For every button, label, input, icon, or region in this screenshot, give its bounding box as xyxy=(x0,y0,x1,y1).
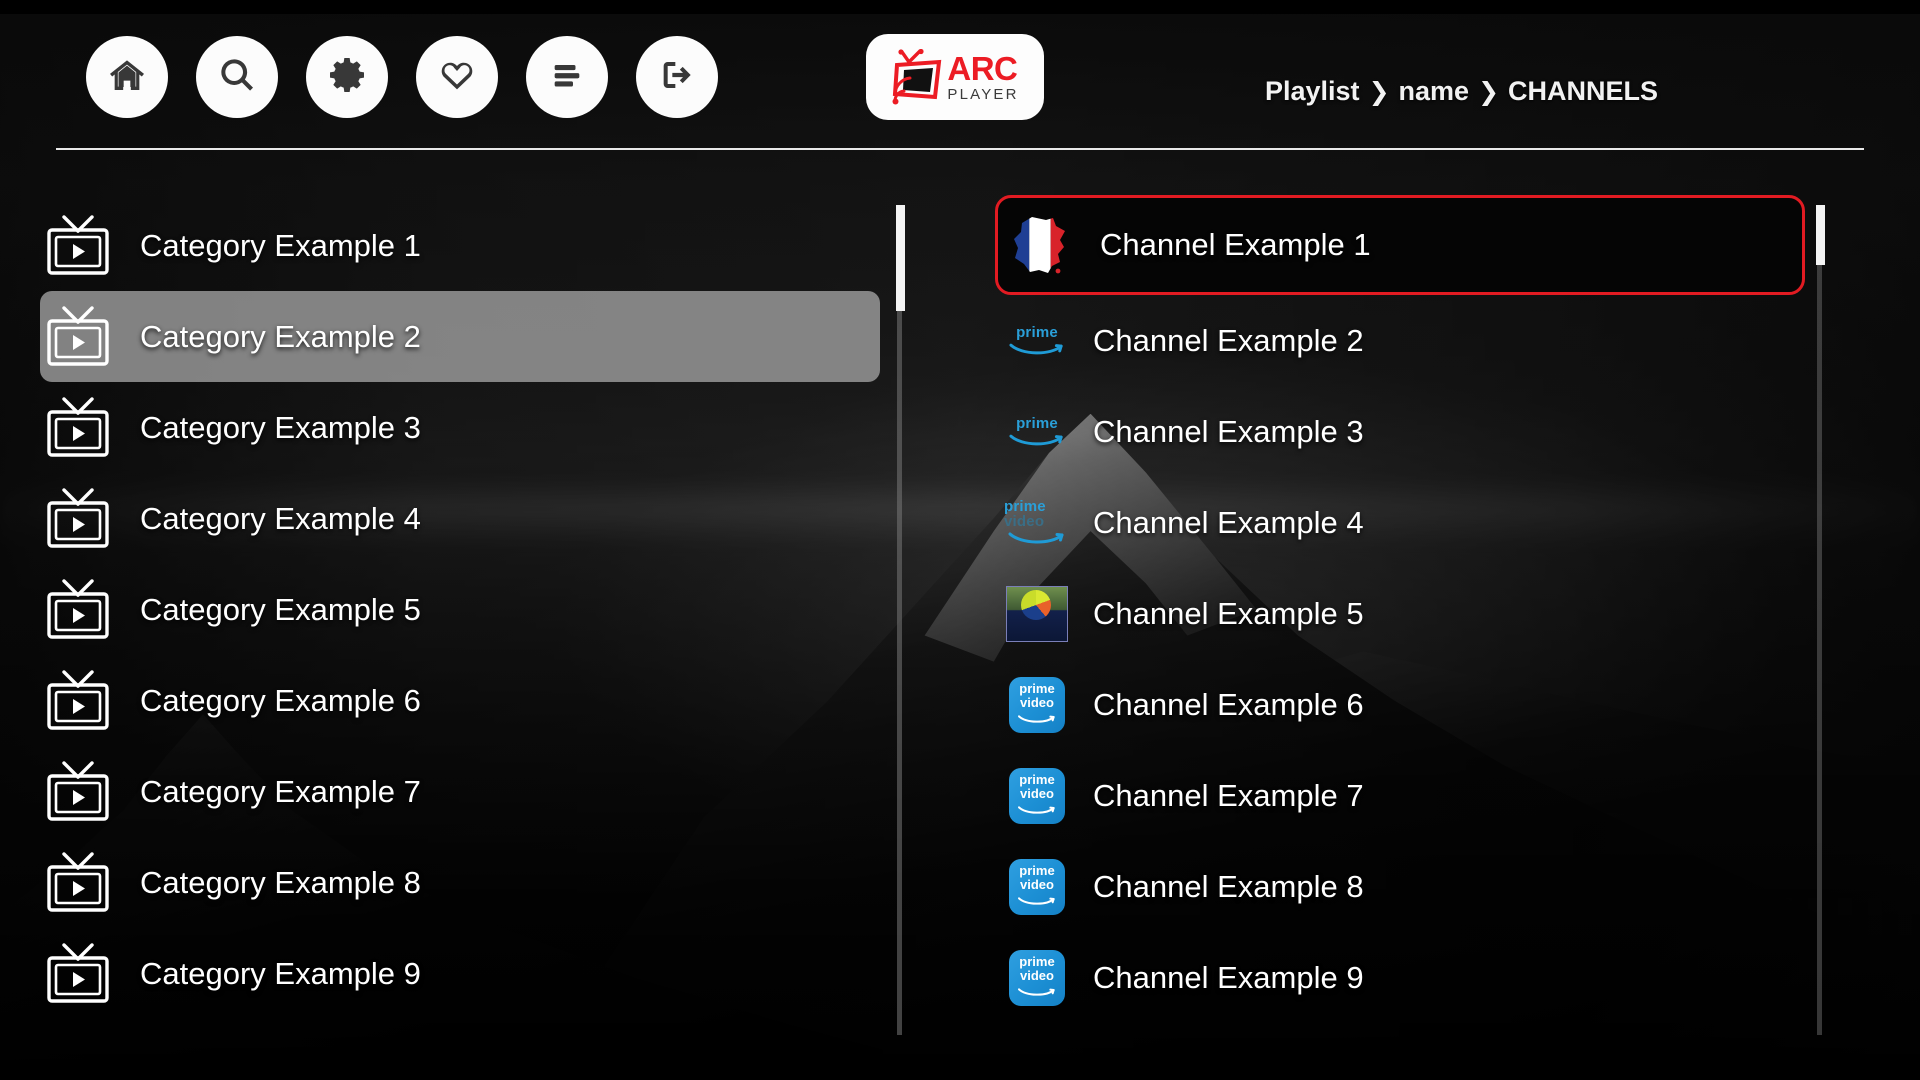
header-bar: ARC PLAYER Playlist ❯ name ❯ CHANNELS xyxy=(0,14,1920,154)
search-icon xyxy=(217,55,257,100)
channel-label: Channel Example 6 xyxy=(1093,686,1364,722)
gear-icon xyxy=(327,55,367,100)
channel-label: Channel Example 4 xyxy=(1093,504,1364,540)
breadcrumb: Playlist ❯ name ❯ CHANNELS xyxy=(1265,76,1658,107)
logo-title: ARC xyxy=(947,50,1018,87)
tv-play-icon xyxy=(44,487,112,550)
tv-play-icon xyxy=(44,578,112,641)
chevron-right-icon: ❯ xyxy=(1368,77,1390,106)
prime-video-app-icon: prime video xyxy=(1005,764,1069,828)
category-label: Category Example 1 xyxy=(140,227,421,263)
letterbox-bottom xyxy=(0,1066,1920,1080)
category-list[interactable]: Category Example 1 Category Example 2 Ca… xyxy=(0,200,890,1040)
channel-label: Channel Example 5 xyxy=(1093,595,1364,631)
favorites-button[interactable] xyxy=(416,36,498,118)
category-label: Category Example 5 xyxy=(140,591,421,627)
category-row[interactable]: Category Example 8 xyxy=(40,837,880,928)
channel-scrollbar-thumb[interactable] xyxy=(1816,205,1825,265)
tv-play-icon xyxy=(44,942,112,1005)
nav-icon-bar xyxy=(86,36,718,118)
channel-row[interactable]: prime video Channel Example 9 xyxy=(995,932,1805,1023)
category-row[interactable]: Category Example 1 xyxy=(40,200,880,291)
logo-subtitle: PLAYER xyxy=(947,86,1019,103)
category-scrollbar-thumb[interactable] xyxy=(896,205,905,311)
tv-play-icon xyxy=(44,396,112,459)
channel-row[interactable]: prime Channel Example 3 xyxy=(995,386,1805,477)
hamburger-menu-icon xyxy=(547,55,587,100)
amazon-prime-logo: prime xyxy=(1006,325,1068,357)
heart-icon xyxy=(437,55,477,100)
france-flag-icon xyxy=(1008,213,1072,277)
channel-label: Channel Example 9 xyxy=(1093,959,1364,995)
menu-button[interactable] xyxy=(526,36,608,118)
prime-video-app-icon: prime video xyxy=(1009,767,1065,824)
category-label: Category Example 3 xyxy=(140,409,421,445)
settings-button[interactable] xyxy=(306,36,388,118)
tv-play-icon xyxy=(44,760,112,823)
category-label: Category Example 6 xyxy=(140,682,421,718)
app-screen: ARC PLAYER Playlist ❯ name ❯ CHANNELS Ca… xyxy=(0,0,1920,1080)
logout-icon xyxy=(657,55,697,100)
category-row[interactable]: Category Example 2 xyxy=(40,291,880,382)
prime-video-logo: prime video xyxy=(1004,491,1070,555)
prime-video-app-icon: prime video xyxy=(1009,949,1065,1006)
app-logo: ARC PLAYER xyxy=(866,34,1044,120)
tv-play-icon xyxy=(44,669,112,732)
prime-video-app-icon: prime video xyxy=(1005,855,1069,919)
header-divider xyxy=(56,148,1864,150)
soccer-thumbnail-image xyxy=(1006,585,1068,642)
tv-play-icon xyxy=(44,305,112,368)
prime-video-app-icon: prime video xyxy=(1005,673,1069,737)
category-label: Category Example 2 xyxy=(140,318,421,354)
channel-label: Channel Example 2 xyxy=(1093,322,1364,358)
amazon-prime-logo: prime xyxy=(1006,416,1068,448)
prime-video-logo: prime video xyxy=(1004,499,1070,546)
prime-video-app-icon: prime video xyxy=(1009,676,1065,733)
category-row[interactable]: Category Example 7 xyxy=(40,746,880,837)
home-button[interactable] xyxy=(86,36,168,118)
amazon-prime-logo: prime xyxy=(1005,309,1069,373)
channel-label: Channel Example 7 xyxy=(1093,777,1364,813)
prime-video-app-icon: prime video xyxy=(1005,946,1069,1010)
breadcrumb-item-playlist[interactable]: Playlist xyxy=(1265,76,1360,107)
category-label: Category Example 4 xyxy=(140,500,421,536)
channel-list[interactable]: Channel Example 1 prime Channel Example … xyxy=(995,195,1825,1040)
soccer-thumbnail-image xyxy=(1005,582,1069,646)
category-row[interactable]: Category Example 9 xyxy=(40,928,880,1019)
category-row[interactable]: Category Example 6 xyxy=(40,655,880,746)
category-scrollbar-track[interactable] xyxy=(897,205,902,1035)
home-icon xyxy=(107,55,147,100)
tv-play-icon xyxy=(44,214,112,277)
channel-row[interactable]: prime video Channel Example 6 xyxy=(995,659,1805,750)
logout-button[interactable] xyxy=(636,36,718,118)
letterbox-top xyxy=(0,0,1920,14)
channel-row[interactable]: prime video Channel Example 4 xyxy=(995,477,1805,568)
amazon-prime-logo: prime xyxy=(1005,400,1069,464)
channel-label: Channel Example 8 xyxy=(1093,868,1364,904)
search-button[interactable] xyxy=(196,36,278,118)
channel-row[interactable]: Channel Example 1 xyxy=(995,195,1805,295)
channel-row[interactable]: prime video Channel Example 7 xyxy=(995,750,1805,841)
category-row[interactable]: Category Example 3 xyxy=(40,382,880,473)
category-label: Category Example 9 xyxy=(140,955,421,991)
breadcrumb-item-channels: CHANNELS xyxy=(1508,76,1659,106)
breadcrumb-item-name[interactable]: name xyxy=(1399,76,1470,107)
channel-label: Channel Example 1 xyxy=(1100,227,1371,262)
channel-row[interactable]: Channel Example 5 xyxy=(995,568,1805,659)
channel-row[interactable]: prime video Channel Example 8 xyxy=(995,841,1805,932)
channel-scrollbar-track[interactable] xyxy=(1817,205,1822,1035)
channel-label: Channel Example 3 xyxy=(1093,413,1364,449)
category-row[interactable]: Category Example 4 xyxy=(40,473,880,564)
tv-play-icon xyxy=(44,851,112,914)
channel-row[interactable]: prime Channel Example 2 xyxy=(995,295,1805,386)
category-label: Category Example 7 xyxy=(140,773,421,809)
category-label: Category Example 8 xyxy=(140,864,421,900)
chevron-right-icon: ❯ xyxy=(1478,77,1500,106)
tv-antenna-wifi-icon xyxy=(891,48,945,105)
prime-video-app-icon: prime video xyxy=(1009,858,1065,915)
category-row[interactable]: Category Example 5 xyxy=(40,564,880,655)
